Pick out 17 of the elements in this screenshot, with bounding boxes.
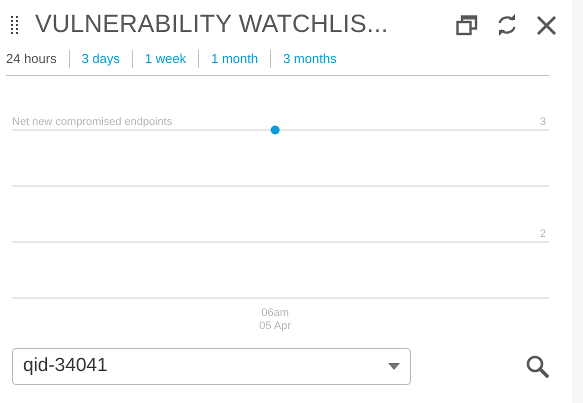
window-icon[interactable] [456, 14, 478, 36]
refresh-icon[interactable] [496, 14, 518, 36]
time-range-tab[interactable]: 24 hours [6, 50, 69, 68]
time-range-tab[interactable]: 1 month [198, 50, 270, 68]
drag-handle-icon[interactable] [10, 15, 19, 35]
query-select[interactable]: qid-34041 [12, 348, 411, 385]
time-range-tab[interactable]: 1 week [132, 50, 198, 68]
time-range-tab[interactable]: 3 days [68, 50, 132, 68]
search-icon[interactable] [526, 354, 550, 378]
series-label: Net new compromised endpoints [12, 116, 172, 128]
time-range-tab[interactable]: 3 months [270, 50, 349, 68]
x-tick-label: 06am 05 Apr [259, 307, 292, 332]
y-tick-label: 3 [540, 116, 546, 128]
dropdown-caret-icon[interactable] [388, 363, 400, 370]
y-tick-label: 2 [540, 228, 546, 240]
close-icon[interactable] [536, 14, 557, 36]
widget-title: VULNERABILITY WATCHLIS... [35, 9, 388, 40]
